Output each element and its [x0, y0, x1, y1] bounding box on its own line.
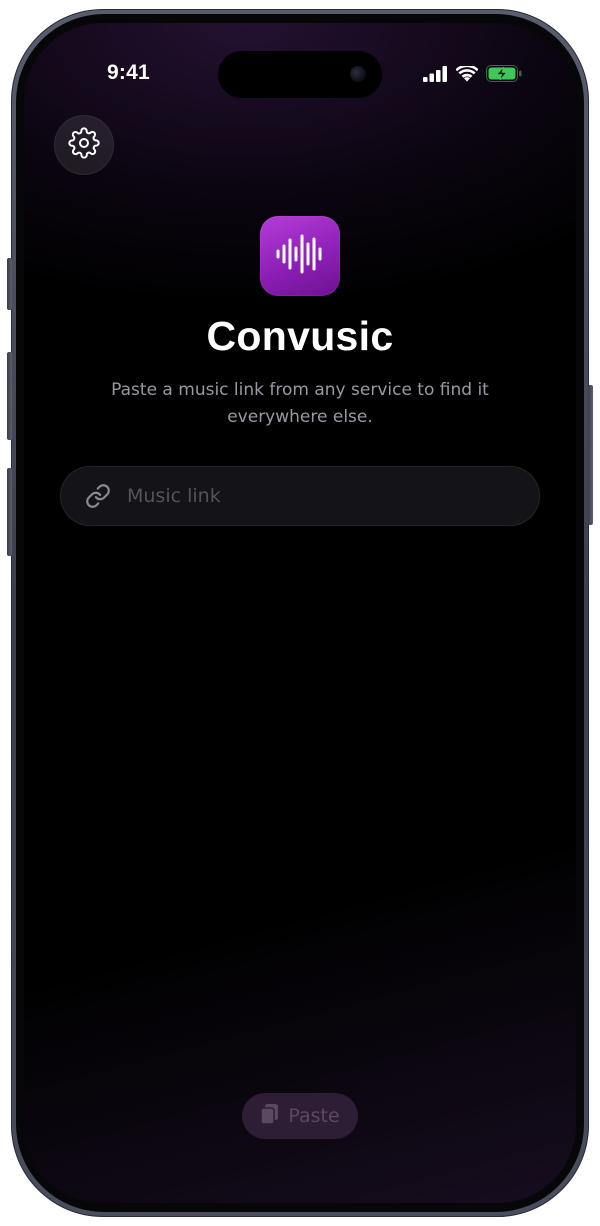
cellular-signal-icon: [423, 65, 448, 86]
app-title: Convusic: [206, 313, 394, 359]
music-link-input[interactable]: [125, 475, 539, 517]
waveform-icon: [274, 232, 326, 280]
settings-button[interactable]: [54, 115, 114, 175]
paste-button[interactable]: Paste: [242, 1093, 358, 1139]
front-camera: [350, 66, 366, 82]
status-time: 9:41: [107, 61, 150, 84]
volume-up-button: [7, 352, 12, 440]
volume-down-button: [7, 468, 12, 556]
music-link-field[interactable]: [60, 466, 540, 526]
link-icon: [85, 483, 111, 509]
gear-icon: [68, 127, 100, 163]
dynamic-island: [218, 51, 382, 98]
status-icons: [423, 64, 522, 86]
action-button: [7, 258, 12, 310]
battery-charging-icon: [486, 65, 522, 86]
screen: 9:41 Convusic Paste a music link from an…: [24, 23, 576, 1203]
app-subtitle: Paste a music link from any service to f…: [111, 380, 489, 427]
app-icon: [260, 216, 340, 296]
clipboard-icon: [260, 1103, 280, 1129]
paste-label: Paste: [288, 1105, 340, 1127]
wifi-icon: [455, 64, 479, 86]
power-button: [588, 385, 593, 525]
